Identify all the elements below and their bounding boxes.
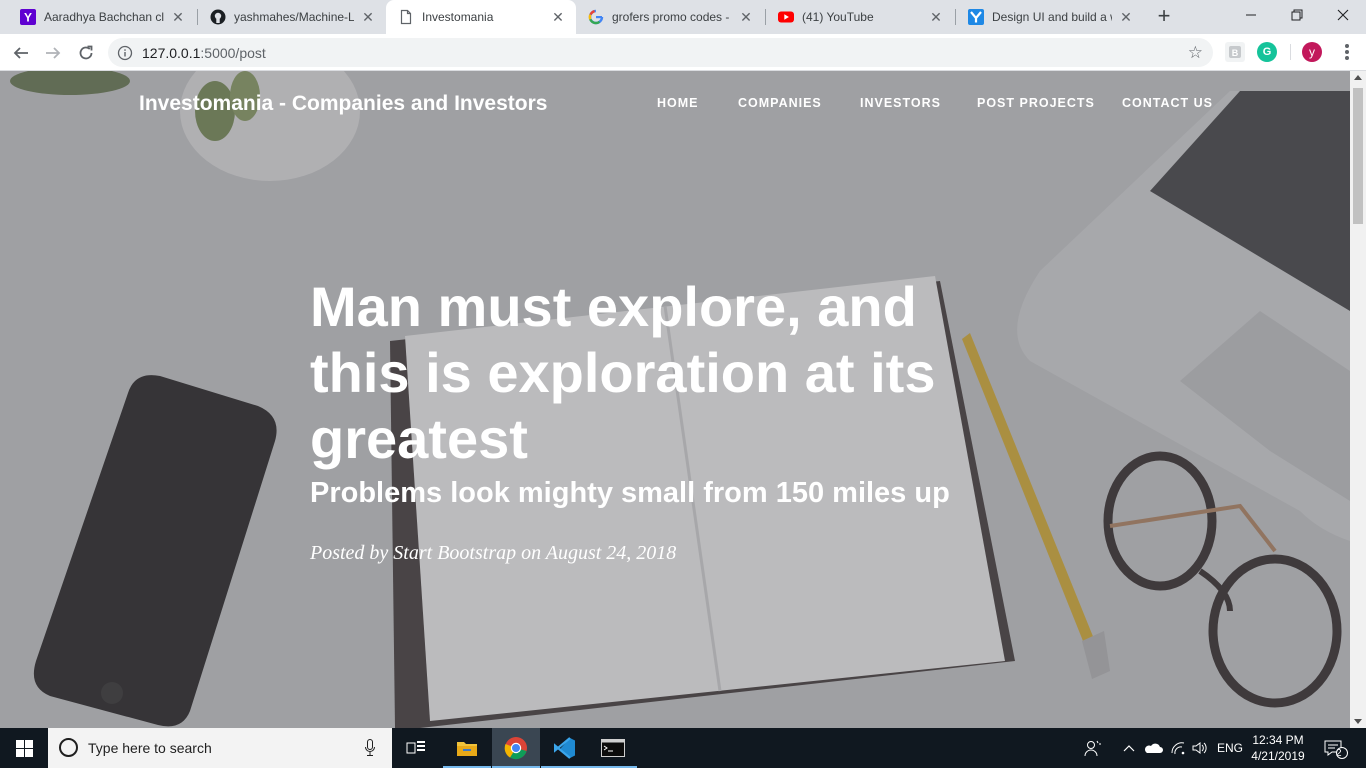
tab-google[interactable]: grofers promo codes - C ✕ [576, 0, 764, 34]
page-viewport: Investomania - Companies and Investors H… [0, 71, 1350, 728]
toolbar-divider [1290, 44, 1291, 60]
site-brand[interactable]: Investomania - Companies and Investors [139, 92, 547, 116]
svg-text:B: B [1232, 48, 1239, 58]
scroll-up-icon[interactable] [1354, 75, 1362, 80]
close-icon[interactable]: ✕ [550, 9, 566, 25]
close-window-button[interactable] [1320, 0, 1366, 30]
svg-text:Y: Y [24, 11, 32, 25]
page-icon [398, 9, 414, 25]
vscode-button[interactable] [541, 728, 589, 768]
action-center-button[interactable]: 2 [1318, 728, 1354, 768]
tab-title: yashmahes/Machine-Le [234, 10, 354, 24]
info-icon[interactable] [117, 45, 133, 61]
vscode-icon [554, 737, 575, 759]
minimize-icon [1246, 14, 1256, 16]
tab-strip: Y Aaradhya Bachchan clic ✕ yashmahes/Mac… [0, 0, 1366, 34]
close-icon[interactable]: ✕ [360, 9, 376, 25]
nav-companies[interactable]: COMPANIES [738, 96, 822, 110]
yahoo-icon: Y [20, 9, 36, 25]
tab-github[interactable]: yashmahes/Machine-Le ✕ [198, 0, 386, 34]
terminal-icon [601, 739, 625, 757]
browser-toolbar: 127.0.0.1:5000/post ☆ B G y [0, 34, 1366, 71]
clock-date: 4/21/2019 [1251, 749, 1305, 763]
tab-investomania[interactable]: Investomania ✕ [386, 0, 576, 34]
new-tab-button[interactable]: + [1152, 5, 1176, 29]
chevron-up-icon[interactable] [1120, 728, 1138, 768]
tab-yahoo[interactable]: Y Aaradhya Bachchan clic ✕ [8, 0, 196, 34]
back-arrow-icon [13, 47, 28, 59]
people-icon[interactable] [1082, 728, 1104, 768]
bookmark-star-icon[interactable]: ☆ [1188, 43, 1203, 63]
close-window-icon [1337, 9, 1349, 21]
task-view-button[interactable] [392, 728, 440, 768]
forward-arrow-icon [46, 47, 61, 59]
post-subheading: Problems look mighty small from 150 mile… [310, 477, 950, 509]
nav-contact-us[interactable]: CONTACT US [1122, 96, 1213, 110]
profile-avatar[interactable]: y [1302, 42, 1322, 62]
taskbar-search[interactable]: Type here to search [48, 728, 392, 768]
onedrive-cloud-icon[interactable] [1142, 728, 1164, 768]
wifi-icon[interactable] [1168, 728, 1188, 768]
url-path: :5000/post [200, 45, 266, 61]
nav-post-projects[interactable]: POST PROJECTS [977, 96, 1095, 110]
nav-home[interactable]: HOME [657, 96, 699, 110]
folder-icon [457, 742, 477, 756]
tab-design-ui[interactable]: Design UI and build a w ✕ [956, 0, 1144, 34]
start-button[interactable] [0, 728, 48, 768]
close-icon[interactable]: ✕ [1118, 9, 1134, 25]
tab-youtube[interactable]: (41) YouTube ✕ [766, 0, 954, 34]
windows-logo-icon [15, 739, 33, 757]
post-meta: Posted by Start Bootstrap on August 24, … [310, 542, 677, 564]
system-clock[interactable]: 12:34 PM 4/21/2019 [1247, 732, 1309, 764]
tab-title: Aaradhya Bachchan clic [44, 10, 164, 24]
language-indicator[interactable]: ENG [1214, 728, 1246, 768]
back-button[interactable] [8, 40, 34, 66]
nav-investors[interactable]: INVESTORS [860, 96, 941, 110]
forward-button[interactable] [40, 40, 66, 66]
chrome-taskbar-button[interactable] [492, 728, 540, 768]
menu-kebab-icon[interactable] [1337, 42, 1357, 62]
tab-title: Design UI and build a w [992, 10, 1112, 24]
grammarly-icon[interactable]: G [1257, 42, 1277, 62]
reload-icon [79, 45, 93, 60]
yatra-icon [968, 9, 984, 25]
notification-count: 2 [1336, 748, 1342, 759]
minimize-button[interactable] [1228, 0, 1274, 30]
post-heading: Man must explore, and this is exploratio… [310, 275, 936, 470]
file-explorer-button[interactable] [443, 728, 491, 768]
close-icon[interactable]: ✕ [928, 9, 944, 25]
hero-header: Investomania - Companies and Investors H… [0, 71, 1350, 728]
restore-button[interactable] [1274, 0, 1320, 30]
url-text[interactable]: 127.0.0.1:5000/post [142, 45, 266, 61]
reload-button[interactable] [73, 40, 99, 66]
restore-icon [1291, 9, 1303, 21]
terminal-button[interactable] [589, 728, 637, 768]
chrome-icon [504, 737, 527, 760]
youtube-icon [778, 9, 794, 25]
scroll-down-icon[interactable] [1354, 719, 1362, 724]
clock-time: 12:34 PM [1252, 733, 1304, 747]
extension-icon[interactable]: B [1225, 42, 1245, 62]
url-host: 127.0.0.1 [142, 45, 201, 61]
tab-title: grofers promo codes - C [612, 10, 732, 24]
microphone-icon[interactable] [365, 739, 375, 757]
windows-taskbar: Type here to search ENG 12:34 PM 4/21/20… [0, 728, 1366, 768]
scroll-thumb[interactable] [1353, 88, 1363, 224]
close-icon[interactable]: ✕ [738, 9, 754, 25]
tab-title: (41) YouTube [802, 10, 874, 24]
close-icon[interactable]: ✕ [170, 9, 186, 25]
search-placeholder: Type here to search [88, 740, 212, 756]
address-bar[interactable]: 127.0.0.1:5000/post ☆ [108, 38, 1213, 67]
task-view-icon [406, 741, 425, 754]
volume-icon[interactable] [1190, 728, 1210, 768]
cortana-icon [59, 738, 78, 757]
google-icon [588, 9, 604, 25]
page-scrollbar[interactable] [1350, 71, 1366, 728]
tab-title: Investomania [422, 10, 494, 24]
github-icon [210, 9, 226, 25]
